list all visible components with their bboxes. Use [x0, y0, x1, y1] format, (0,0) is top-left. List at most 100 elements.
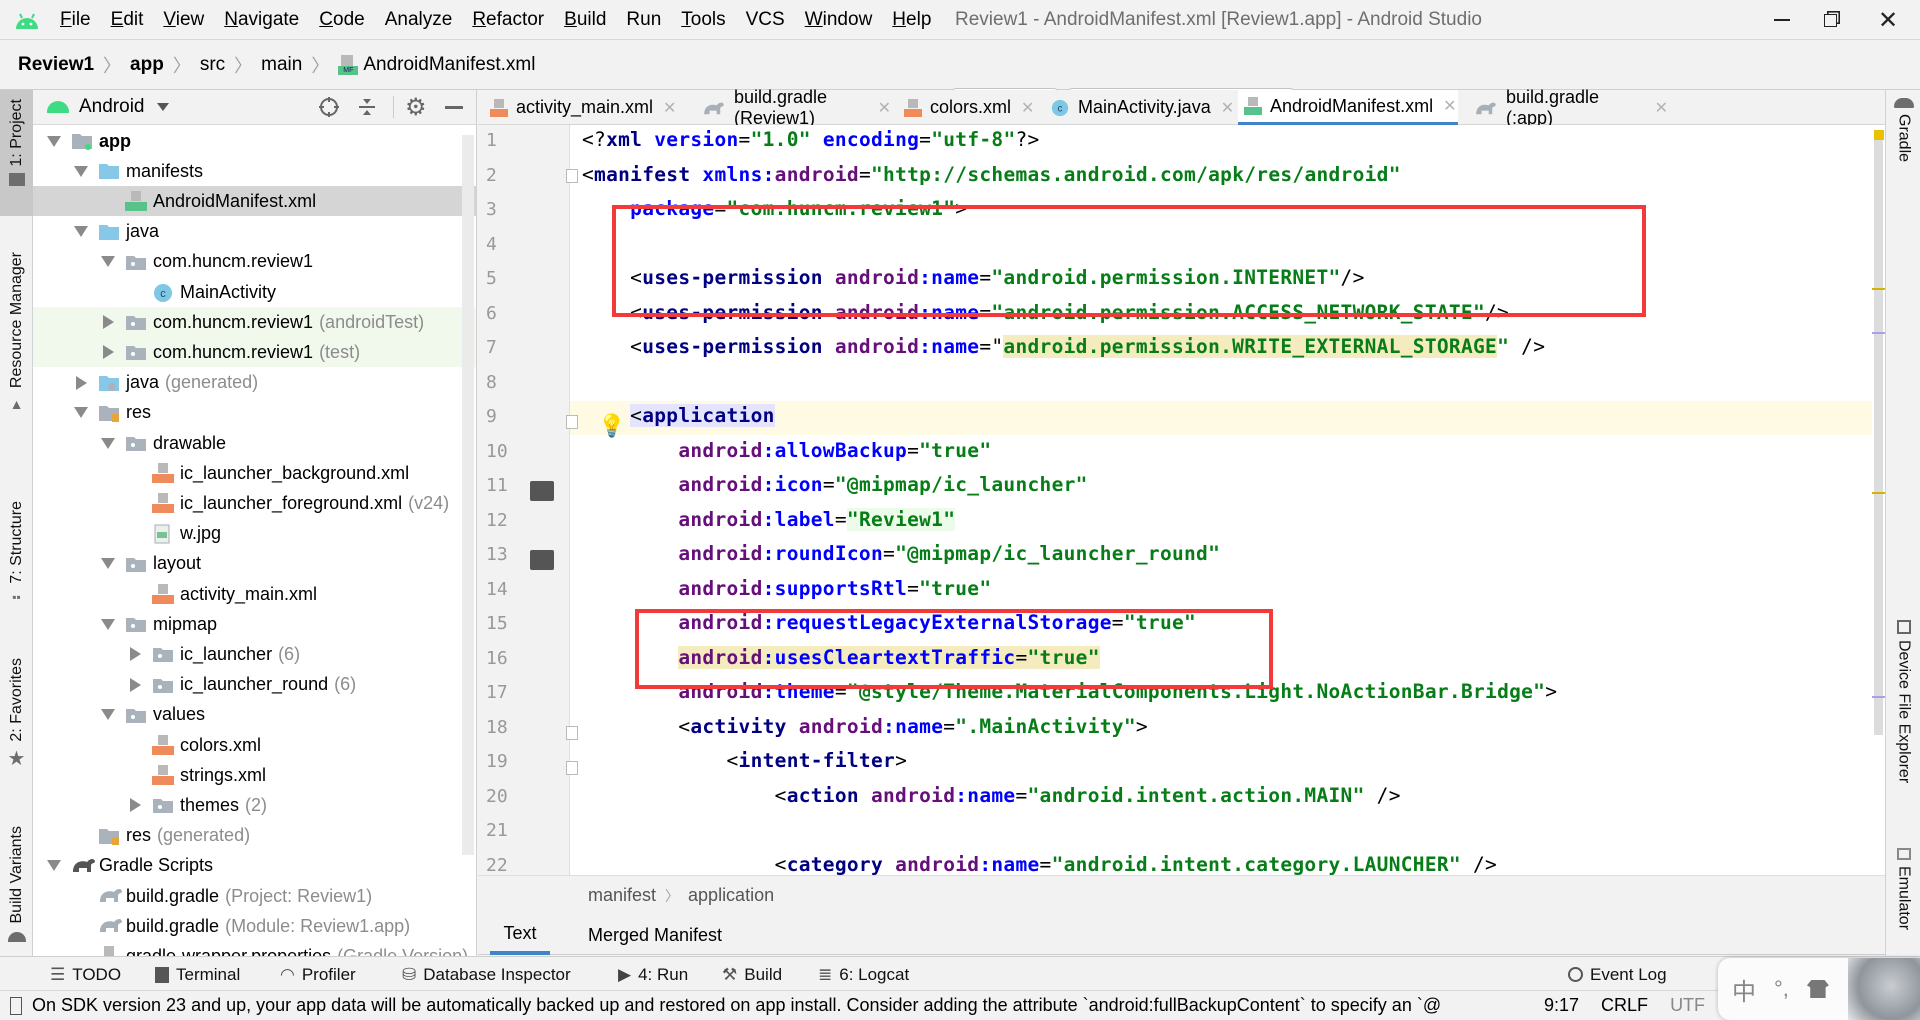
breadcrumb-item-project[interactable]: Review1 — [18, 54, 94, 76]
code-line[interactable]: <manifest xmlns:android="http://schemas.… — [582, 158, 1401, 192]
close-tab-icon[interactable]: ✕ — [878, 98, 891, 118]
close-window-button[interactable]: ✕ — [1858, 4, 1918, 36]
editor-breadcrumb-item[interactable]: manifest — [588, 885, 656, 906]
fold-icon[interactable] — [566, 761, 578, 775]
tool-logcat[interactable]: ≣ 6: Logcat — [818, 957, 909, 992]
tool-database-inspector[interactable]: ⛁ Database Inspector — [402, 957, 571, 992]
tree-item[interactable]: gradle-wrapper.properties (Gradle Version… — [33, 941, 476, 956]
settings-button[interactable]: ⚙ — [405, 93, 427, 122]
close-tab-icon[interactable]: ✕ — [1655, 98, 1668, 118]
lightbulb-icon[interactable]: 💡 — [598, 413, 625, 439]
file-encoding[interactable]: UTF — [1670, 995, 1705, 1016]
project-view-dropdown[interactable]: Android — [47, 96, 169, 118]
tree-item[interactable]: build.gradle (Project: Review1) — [33, 881, 476, 911]
code-editor[interactable]: 1 2 3 4 5 6 7 8 9 10 11 12 13 14 15 16 17 18 19 20 21 22 <?xm… — [478, 125, 1885, 875]
tree-item[interactable]: AndroidManifest.xml — [33, 186, 476, 217]
expand-arrow-icon[interactable] — [101, 557, 115, 571]
code-line[interactable]: <activity android:name=".MainActivity"> — [582, 710, 1148, 744]
breadcrumb-item-src[interactable]: src — [200, 54, 225, 76]
editor-tab[interactable]: build.gradle (Review1) ✕ — [696, 87, 891, 128]
expand-arrow-icon[interactable] — [74, 225, 88, 239]
tree-item[interactable]: java — [33, 217, 476, 247]
fold-icon[interactable] — [566, 415, 578, 429]
menu-file[interactable]: File — [60, 9, 91, 31]
tree-item[interactable]: mipmap — [33, 609, 476, 639]
editor-tab[interactable]: AndroidManifest.xml ✕ — [1238, 90, 1458, 125]
tool-tab-favorites[interactable]: 2: Favorites ★ — [0, 650, 33, 775]
tree-item[interactable]: com.huncm.review1 — [33, 247, 476, 277]
tree-item[interactable]: ic_launcher_background.xml — [33, 458, 476, 488]
tool-profiler[interactable]: ◠ Profiler — [280, 957, 356, 992]
code-line[interactable]: <action android:name="android.intent.act… — [582, 779, 1401, 813]
expand-arrow-icon[interactable] — [101, 617, 115, 631]
menu-analyze[interactable]: Analyze — [385, 9, 453, 31]
expand-arrow-icon[interactable] — [47, 134, 61, 148]
error-stripe-marker[interactable] — [1872, 492, 1885, 494]
tool-run[interactable]: ▶ 4: Run — [618, 957, 688, 992]
editor-tab[interactable]: activity_main.xml ✕ — [484, 90, 689, 125]
menu-help[interactable]: Help — [892, 9, 931, 31]
tool-tab-resource-manager[interactable]: Resource Manager ▲ — [0, 240, 33, 420]
tool-tab-gradle[interactable]: Gradle — [1886, 98, 1920, 162]
breadcrumb-item-file[interactable]: MF AndroidManifest.xml — [338, 54, 535, 76]
code-line[interactable]: android:label="Review1" — [582, 503, 956, 537]
tool-tab-build-variants[interactable]: Build Variants — [0, 800, 33, 950]
tree-item[interactable]: ic_launcher_foreground.xml (v24) — [33, 488, 476, 518]
editor-tab[interactable]: c MainActivity.java ✕ — [1044, 90, 1234, 125]
menu-build[interactable]: Build — [564, 9, 606, 31]
expand-arrow-icon[interactable] — [47, 859, 61, 873]
editor-scrollbar-thumb[interactable] — [1874, 135, 1883, 735]
tree-item[interactable]: res (generated) — [33, 821, 476, 851]
collapse-arrow-icon[interactable] — [128, 798, 142, 813]
code-line[interactable]: android:roundIcon="@mipmap/ic_launcher_r… — [582, 537, 1220, 571]
tree-item[interactable]: app — [33, 126, 476, 156]
tool-event-log[interactable]: Event Log — [1568, 957, 1667, 992]
code-line[interactable]: android:icon="@mipmap/ic_launcher" — [582, 468, 1088, 502]
error-stripe-marker[interactable] — [1872, 332, 1885, 334]
expand-arrow-icon[interactable] — [101, 255, 115, 269]
inspection-status-icon[interactable] — [1874, 130, 1884, 140]
collapse-arrow-icon[interactable] — [101, 345, 115, 360]
tree-item[interactable]: strings.xml — [33, 760, 476, 790]
code-line[interactable]: <uses-permission android:name="android.p… — [582, 330, 1545, 364]
tree-item[interactable]: ic_launcher (6) — [33, 639, 476, 669]
close-tab-icon[interactable]: ✕ — [1021, 98, 1034, 118]
code-line[interactable]: <?xml version="1.0" encoding="utf-8"?> — [582, 125, 1040, 157]
tree-item[interactable]: colors.xml — [33, 730, 476, 760]
menu-view[interactable]: View — [163, 9, 204, 31]
error-stripe-marker[interactable] — [1872, 696, 1885, 698]
tree-item[interactable]: themes (2) — [33, 790, 476, 820]
menu-vcs[interactable]: VCS — [746, 9, 785, 31]
collapse-arrow-icon[interactable] — [74, 375, 88, 390]
error-stripe-marker[interactable] — [1872, 288, 1885, 290]
tree-item[interactable]: drawable — [33, 428, 476, 458]
tree-item[interactable]: java (generated) — [33, 368, 476, 398]
close-tab-icon[interactable]: ✕ — [1221, 98, 1234, 118]
fold-icon[interactable] — [566, 726, 578, 740]
menu-navigate[interactable]: Navigate — [224, 9, 299, 31]
tree-item[interactable]: w.jpg — [33, 519, 476, 549]
breadcrumb-item-main[interactable]: main — [261, 54, 302, 76]
tool-tab-device-file-explorer[interactable]: Device File Explorer — [1886, 620, 1920, 783]
menu-refactor[interactable]: Refactor — [472, 9, 544, 31]
tree-item[interactable]: com.huncm.review1 (androidTest) — [33, 307, 476, 338]
close-tab-icon[interactable]: ✕ — [663, 98, 676, 118]
editor-tab[interactable]: colors.xml ✕ — [898, 90, 1038, 125]
collapse-arrow-icon[interactable] — [128, 647, 142, 662]
code-line[interactable]: android:supportsRtl="true" — [582, 572, 991, 606]
locate-file-button[interactable] — [317, 95, 341, 119]
fold-icon[interactable] — [566, 169, 578, 183]
close-tab-icon[interactable]: ✕ — [1443, 96, 1456, 116]
tool-todo[interactable]: ☰ TODO — [50, 957, 121, 992]
status-message[interactable]: On SDK version 23 and up, your app data … — [32, 995, 1532, 1016]
image-preview-icon[interactable] — [530, 481, 554, 501]
collapse-arrow-icon[interactable] — [128, 677, 142, 692]
editor-tab[interactable]: build.gradle (:app) ✕ — [1468, 87, 1668, 128]
ime-language-toggle[interactable]: 中 — [1732, 972, 1756, 1007]
tool-tab-emulator[interactable]: Emulator — [1886, 848, 1920, 930]
menu-code[interactable]: Code — [319, 9, 364, 31]
menu-tools[interactable]: Tools — [681, 9, 725, 31]
tab-merged-manifest[interactable]: Merged Manifest — [588, 915, 722, 955]
tree-item[interactable]: values — [33, 700, 476, 730]
editor-breadcrumb-item[interactable]: application — [688, 885, 774, 906]
